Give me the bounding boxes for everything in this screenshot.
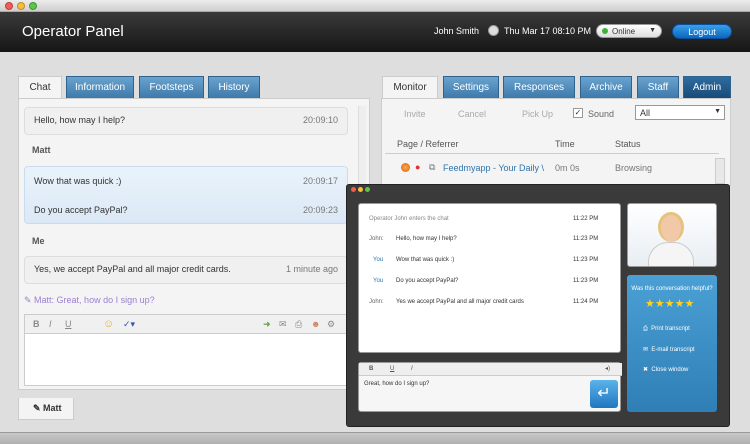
app-header: Operator Panel John Smith Thu Mar 17 08:… <box>0 12 750 52</box>
operator-avatar <box>627 203 717 267</box>
sound-checkbox[interactable]: ✓ <box>573 108 583 118</box>
email-icon: ✉ <box>643 347 649 353</box>
chat-message: Wow that was quick :) 20:09:17 Do you ac… <box>24 166 348 224</box>
spellcheck-icon[interactable]: ✓▾ <box>123 319 135 330</box>
clock-icon <box>488 25 499 36</box>
tab-chat[interactable]: Chat <box>18 76 62 98</box>
message-input[interactable] <box>24 334 350 386</box>
italic-button[interactable]: I <box>411 366 413 372</box>
tab-information[interactable]: Information <box>66 76 134 98</box>
smiley-icon[interactable]: ☺ <box>103 318 114 330</box>
link-icon: ⧉ <box>429 162 436 172</box>
underline-button[interactable]: U <box>390 366 394 372</box>
underline-button[interactable]: U <box>65 319 72 329</box>
firefox-icon <box>401 163 410 172</box>
bottom-bar <box>0 432 750 444</box>
page-link[interactable]: Feedmyapp - Your Daily \ <box>443 163 544 173</box>
minimize-window-button[interactable] <box>358 187 363 192</box>
maximize-window-button[interactable] <box>29 2 37 10</box>
visitor-message-input[interactable]: Great, how do I sign up? <box>364 381 429 387</box>
monitor-scrollbar[interactable] <box>715 158 725 184</box>
attach-icon[interactable]: ⚙ <box>327 319 335 330</box>
typing-indicator: ✎ Matt: Great, how do I sign up? <box>24 295 155 305</box>
close-window-button[interactable] <box>5 2 13 10</box>
sender-label: Matt <box>32 145 51 155</box>
close-icon: ✖ <box>643 367 649 373</box>
speaker-icon[interactable]: ◂) <box>605 365 610 372</box>
print-icon: ⎙ <box>643 326 648 332</box>
close-window-link[interactable]: ✖ Close window <box>643 366 688 373</box>
chat-message: Hello, how may I help? 20:09:10 <box>24 107 348 135</box>
email-transcript-button[interactable]: ✉ E-mail transcript <box>643 346 695 353</box>
monitor-table-header: Page / Referrer Time Status <box>385 134 719 154</box>
pickup-button[interactable]: Pick Up <box>522 109 553 119</box>
bold-button[interactable]: B <box>369 366 373 372</box>
chat-footer-tab[interactable]: ✎ Matt <box>18 398 74 420</box>
user-name: John Smith <box>434 26 480 36</box>
invite-button[interactable]: Invite <box>404 109 426 119</box>
tab-monitor[interactable]: Monitor <box>382 76 438 98</box>
chevron-down-icon: ▼ <box>649 27 656 34</box>
visitor-chat-window: Operator John enters the chat 11:22 PM Jo… <box>346 184 730 427</box>
chat-message: Yes, we accept PayPal and all major cred… <box>24 256 348 284</box>
filter-select[interactable]: All ▼ <box>635 105 725 120</box>
tab-footsteps[interactable]: Footsteps <box>139 76 204 98</box>
sender-label: Me <box>32 236 45 246</box>
chevron-down-icon: ▼ <box>714 108 721 115</box>
app-title: Operator Panel <box>22 23 124 40</box>
tab-admin[interactable]: Admin <box>683 76 731 98</box>
feedback-panel: Was this conversation helpful? ★★★★★ ⎙ P… <box>627 275 717 412</box>
cancel-button[interactable]: Cancel <box>458 109 486 119</box>
print-icon[interactable]: ⎙ <box>295 319 302 330</box>
sound-label: Sound <box>588 109 615 119</box>
status-select[interactable]: Online ▼ <box>596 24 662 38</box>
logout-button[interactable]: Logout <box>672 24 732 39</box>
minimize-window-button[interactable] <box>17 2 25 10</box>
operator-photo-icon <box>658 212 684 242</box>
rating-stars[interactable]: ★★★★★ <box>645 297 705 310</box>
visitor-transcript: Operator John enters the chat 11:22 PM Jo… <box>358 203 621 353</box>
print-transcript-button[interactable]: ⎙ Print transcript <box>643 326 690 333</box>
send-button[interactable]: ↵ <box>590 380 618 408</box>
date-time: Thu Mar 17 08:10 PM <box>504 26 592 36</box>
tab-history[interactable]: History <box>208 76 260 98</box>
window-titlebar <box>0 0 750 12</box>
send-file-icon[interactable]: ➜ <box>263 319 271 330</box>
location-icon: ● <box>415 162 421 172</box>
close-window-button[interactable] <box>351 187 356 192</box>
bold-button[interactable]: B <box>33 319 40 329</box>
helpful-question: Was this conversation helpful? <box>631 286 713 292</box>
online-dot-icon <box>602 28 608 34</box>
user-icon[interactable]: ☻ <box>311 319 320 329</box>
visitor-composer: B U I ◂) Great, how do I sign up? ↵ <box>358 362 622 412</box>
tab-archive[interactable]: Archive <box>580 76 632 98</box>
tab-responses[interactable]: Responses <box>503 76 575 98</box>
visitor-toolbar: B U I ◂) <box>359 363 622 376</box>
editor-toolbar: B I U ☺ ✓▾ ➜ ✉ ⎙ ☻ ⚙ <box>24 314 350 334</box>
email-icon[interactable]: ✉ <box>279 319 287 330</box>
maximize-window-button[interactable] <box>365 187 370 192</box>
table-row[interactable]: ● ⧉ Feedmyapp - Your Daily \ 0m 0s Brows… <box>385 158 719 180</box>
tab-staff[interactable]: Staff <box>637 76 679 98</box>
italic-button[interactable]: I <box>49 319 52 329</box>
tab-settings[interactable]: Settings <box>443 76 499 98</box>
status-label: Online <box>612 27 636 36</box>
